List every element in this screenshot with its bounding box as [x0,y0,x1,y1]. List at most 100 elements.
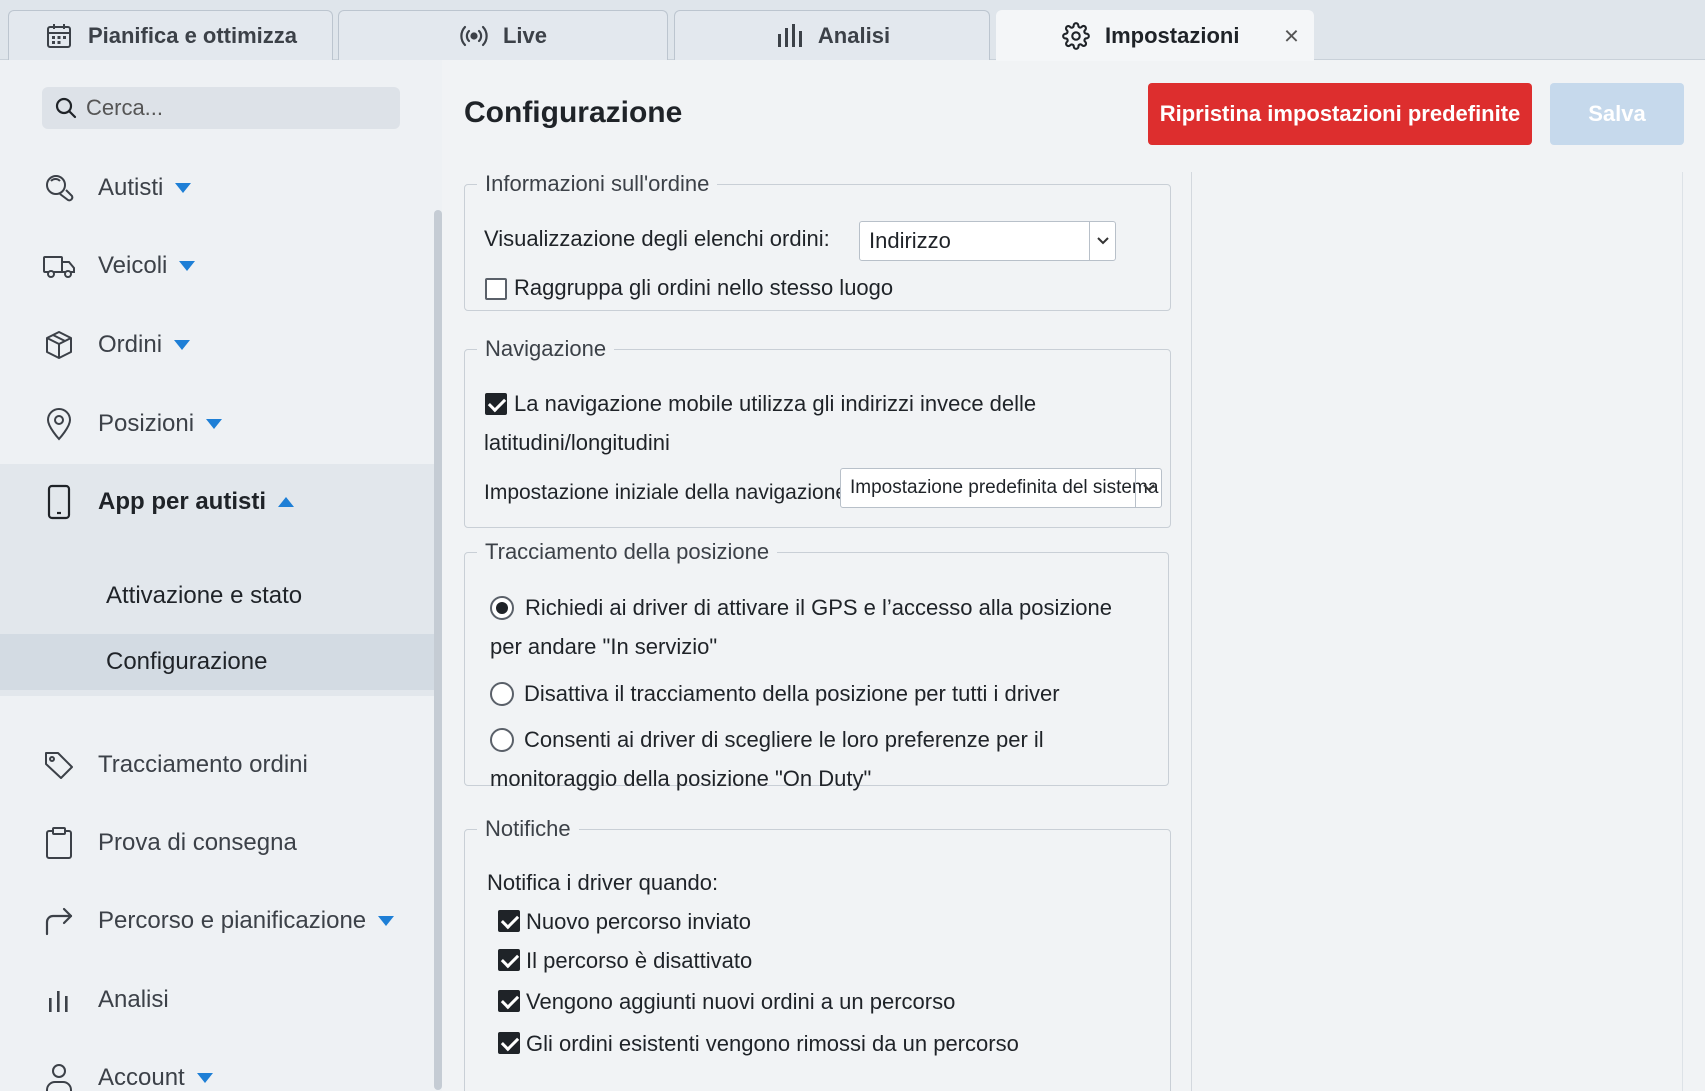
sidebar-item-label: Tracciamento ordini [98,751,308,778]
divider [1191,172,1192,1091]
sidebar-item-label: Percorso e pianificazione [98,907,367,934]
close-icon[interactable]: × [1284,21,1299,52]
sidebar-item-driver-app[interactable]: App per autisti [0,471,434,533]
chevron-down-icon [179,261,196,271]
gear-icon [1061,21,1091,51]
bar-chart-icon [42,983,76,1017]
chevron-down-icon [206,419,223,429]
map-pin-icon [42,407,76,441]
tab-settings[interactable]: Impostazioni × [996,10,1314,61]
section-legend: Notifiche [485,816,571,841]
tracking-option-label: Richiedi ai driver di attivare il GPS e … [525,595,1112,620]
use-addresses-checkbox[interactable] [485,393,507,415]
initial-navigation-select[interactable]: Impostazione predefinita del sistema [840,468,1162,508]
sidebar-item-orders[interactable]: Ordini [0,314,434,376]
tab-label: Pianifica e ottimizza [87,22,298,48]
sidebar-item-drivers[interactable]: Autisti [0,157,434,219]
sidebar-subitem-configuration[interactable]: Configurazione [0,634,434,690]
tab-live[interactable]: Live [338,10,668,60]
section-legend: Tracciamento della posizione [485,539,770,564]
drivers-icon [42,171,76,205]
tab-label: Impostazioni [1105,23,1240,48]
sidebar-item-label: Veicoli [98,252,168,279]
sidebar-scrollbar[interactable] [434,210,442,1090]
route-arrow-icon [42,904,76,938]
sidebar-item-locations[interactable]: Posizioni [0,393,434,455]
sidebar-item-label: Posizioni [98,410,195,437]
notify-route-deactivated-checkbox[interactable] [498,949,520,971]
use-addresses-label: La navigazione mobile utilizza gli indir… [514,391,1037,416]
chevron-down-icon [174,340,191,350]
notifications-intro: Notifica i driver quando: [487,870,719,895]
tab-analytics[interactable]: Analisi [674,10,990,60]
notify-option-label: Nuovo percorso inviato [526,909,752,934]
sidebar-item-label: Ordini [98,331,163,358]
sidebar-item-order-tracking[interactable]: Tracciamento ordini [0,734,434,796]
chevron-down-icon [175,183,192,193]
bar-chart-icon [774,21,804,51]
search-box [42,87,400,129]
chevron-down-icon [1135,469,1161,507]
sidebar-item-route-planning[interactable]: Percorso e pianificazione [0,890,434,952]
tracking-radio-require-gps[interactable] [490,596,514,620]
sidebar-item-account[interactable]: Account [0,1047,434,1091]
save-button[interactable]: Salva [1550,83,1684,145]
sidebar-item-label: Prova di consegna [98,829,297,856]
initial-navigation-label: Impostazione iniziale della navigazione: [484,481,853,504]
tracking-option-label: monitoraggio della posizione "On Duty" [490,766,872,791]
sidebar-item-label: Attivazione e stato [106,582,303,609]
page-title: Configurazione [464,96,683,129]
tracking-option-label: Consenti ai driver di scegliere le loro … [524,727,1044,752]
user-icon [42,1061,76,1091]
search-input[interactable] [86,95,386,121]
main-content: Configurazione Ripristina impostazioni p… [442,60,1705,1091]
phone-icon [42,484,76,520]
notify-new-route-checkbox[interactable] [498,910,520,932]
search-icon [54,96,78,120]
notify-option-label: Il percorso è disattivato [526,948,753,973]
divider [1682,172,1683,1091]
chevron-down-icon [1089,222,1115,260]
truck-icon [42,249,76,283]
calendar-icon [44,21,74,51]
group-orders-label: Raggruppa gli ordini nello stesso luogo [514,275,894,300]
chevron-down-icon [378,916,395,926]
notify-orders-removed-checkbox[interactable] [498,1032,520,1054]
tracking-radio-disable[interactable] [490,682,514,706]
sidebar-item-label: Account [98,1064,185,1091]
tab-label: Analisi [817,22,891,48]
package-icon [42,328,76,362]
sidebar-subitem-activation[interactable]: Attivazione e stato [0,568,434,624]
sidebar-item-label: Analisi [98,986,169,1013]
order-list-display-label: Visualizzazione degli elenchi ordini: [484,226,830,251]
select-value: Impostazione predefinita del sistema [850,477,1159,498]
sidebar: Autisti Veicoli Ordini Posizioni [0,60,442,1091]
sidebar-item-proof-of-delivery[interactable]: Prova di consegna [0,812,434,874]
sidebar-item-label: Configurazione [106,648,268,675]
tab-plan-optimize[interactable]: Pianifica e ottimizza [8,10,333,60]
notify-orders-added-checkbox[interactable] [498,990,520,1012]
notify-option-label: Vengono aggiunti nuovi ordini a un perco… [526,989,956,1014]
sidebar-item-vehicles[interactable]: Veicoli [0,235,434,297]
sidebar-item-label: Autisti [98,174,164,201]
clipboard-icon [42,826,76,860]
notify-option-label: Gli ordini esistenti vengono rimossi da … [526,1031,1019,1056]
tracking-radio-driver-choice[interactable] [490,728,514,752]
sidebar-item-label: App per autisti [98,488,267,515]
reset-defaults-button[interactable]: Ripristina impostazioni predefinite [1148,83,1532,145]
tag-icon [42,748,76,782]
group-orders-checkbox[interactable] [485,278,507,300]
tab-label: Live [502,22,548,48]
select-value: Indirizzo [869,228,951,253]
section-legend: Navigazione [485,336,607,361]
sidebar-item-analytics[interactable]: Analisi [0,969,434,1031]
tracking-option-label: per andare "In servizio" [490,634,718,659]
order-list-display-select[interactable]: Indirizzo [859,221,1116,261]
tracking-option-label: Disattiva il tracciamento della posizion… [524,681,1060,706]
tab-bar: Pianifica e ottimizza Live Analisi Impos… [0,0,1705,61]
use-addresses-label: latitudini/longitudini [484,430,670,455]
chevron-up-icon [278,497,295,507]
chevron-down-icon [196,1073,213,1083]
section-legend: Informazioni sull'ordine [485,171,710,196]
broadcast-icon [459,21,489,51]
